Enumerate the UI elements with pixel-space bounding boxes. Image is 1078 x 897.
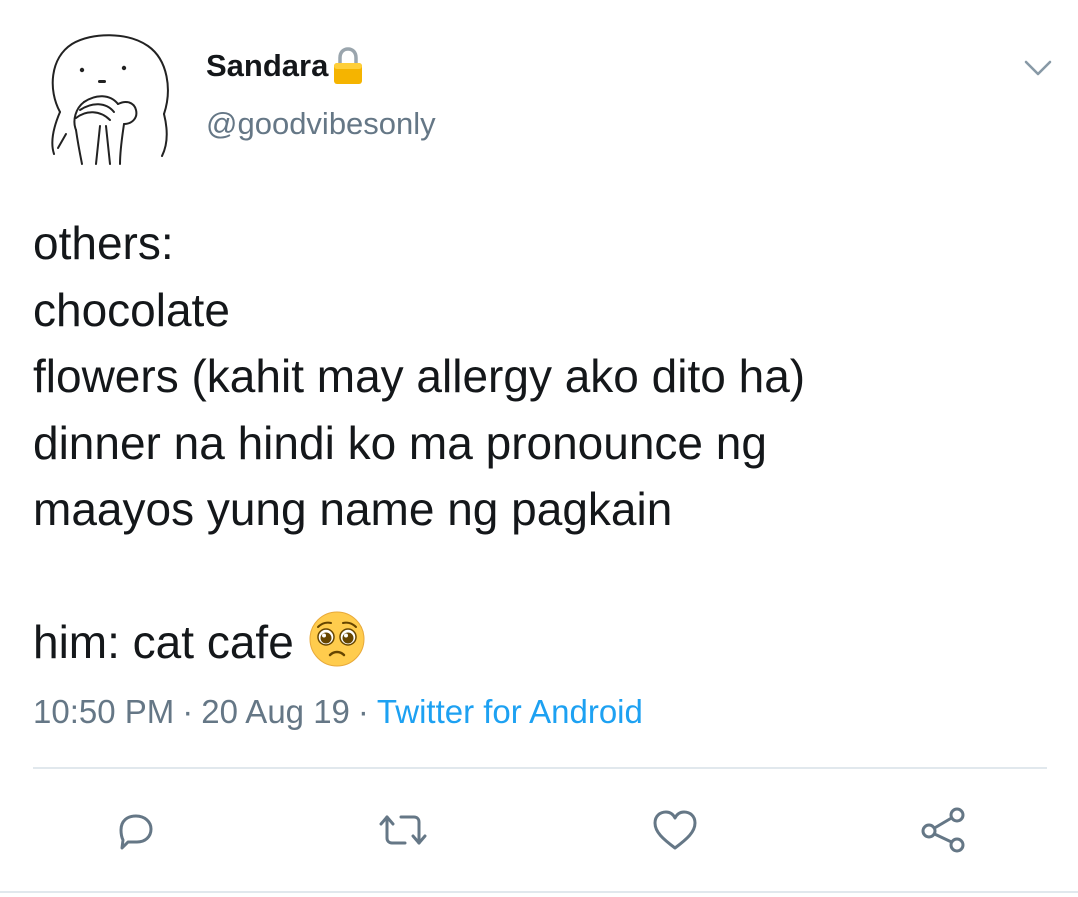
bottom-divider <box>0 891 1078 893</box>
user-handle[interactable]: @goodvibesonly <box>206 102 436 146</box>
tweet-line: others: <box>33 217 174 269</box>
pleading-face-emoji <box>308 610 366 668</box>
author-row: Sandara <box>206 44 366 88</box>
tweet-line-last: him: cat cafe <box>33 609 1043 676</box>
reply-icon <box>119 814 153 850</box>
tweet-actions <box>0 800 1078 860</box>
avatar[interactable] <box>40 30 178 170</box>
divider <box>33 767 1047 769</box>
share-button[interactable] <box>913 800 973 860</box>
retweet-button[interactable] <box>373 800 433 860</box>
avatar-drawing <box>51 34 169 165</box>
tweet-time[interactable]: 10:50 PM <box>33 693 174 730</box>
tweet-source-link[interactable]: Twitter for Android <box>377 693 643 730</box>
chevron-down-icon[interactable] <box>1018 52 1058 84</box>
meta-separator: · <box>357 693 369 730</box>
meta-separator: · <box>182 693 194 730</box>
lock-icon <box>330 46 366 86</box>
tweet-line: dinner na hindi ko ma pronounce ng <box>33 416 767 469</box>
tweet-line: him: cat cafe <box>33 616 294 668</box>
like-button[interactable] <box>645 800 705 860</box>
heart-icon <box>653 810 697 850</box>
retweet-icon <box>379 815 427 845</box>
tweet-line: chocolate <box>33 283 230 336</box>
display-name[interactable]: Sandara <box>206 44 328 88</box>
share-icon <box>921 807 965 853</box>
tweet-line: flowers (kahit may allergy ako dito ha) <box>33 350 806 402</box>
tweet-date[interactable]: 20 Aug 19 <box>201 693 350 730</box>
tweet-line: maayos yung name ng pagkain <box>33 483 673 535</box>
tweet-meta: 10:50 PM · 20 Aug 19 · Twitter for Android <box>33 688 643 736</box>
reply-button[interactable] <box>105 800 165 860</box>
tweet-text: others: chocolate flowers (kahit may all… <box>33 210 1043 676</box>
